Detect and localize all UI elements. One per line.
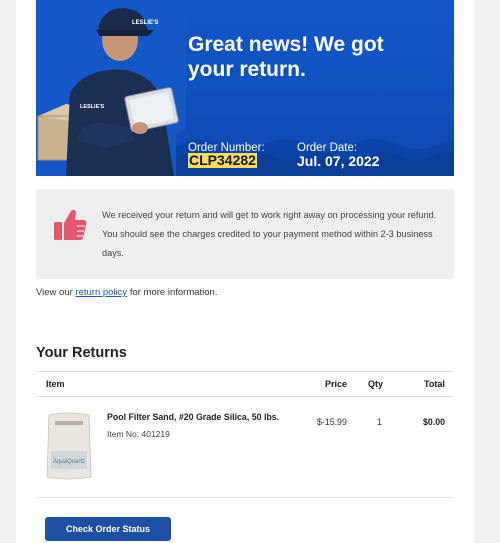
cap-logo-text: LESLIE'S [132, 20, 158, 26]
product-total: $0.00 [423, 417, 446, 427]
order-number-value: CLP34282 [188, 152, 257, 168]
headline-line-1: Great news! We got [188, 33, 384, 56]
order-date-value: Jul. 07, 2022 [297, 153, 380, 169]
policy-prefix: View our [36, 287, 76, 298]
thumbs-up-icon [54, 209, 87, 240]
column-header-price: Price [325, 379, 348, 389]
hero-headline: Great news! We got your return. [188, 32, 438, 82]
hero-banner: LESLIE'S LESLIE'S Great news! We got you… [36, 0, 454, 176]
email-body: LESLIE'S LESLIE'S Great news! We got you… [16, 0, 474, 543]
delivery-person-illustration: LESLIE'S LESLIE'S [36, 0, 186, 176]
shirt-logo-text: LESLIE'S [80, 104, 105, 110]
policy-line: View our return policy for more informat… [36, 287, 217, 298]
return-notice-text: We received your return and will get to … [102, 210, 437, 258]
check-order-status-button[interactable]: Check Order Status [45, 517, 171, 541]
product-package-label: AquaQuartz [53, 459, 85, 465]
column-header-total: Total [424, 379, 445, 389]
column-header-qty: Qty [368, 379, 384, 389]
return-notice-box: We received your return and will get to … [36, 189, 454, 279]
return-policy-link[interactable]: return policy [75, 287, 127, 298]
headline-line-2: your return. [188, 58, 306, 81]
policy-suffix: for more information. [127, 287, 218, 298]
product-item-number: Item No: 401219 [107, 429, 170, 439]
product-qty: 1 [377, 417, 382, 427]
product-price: $-15.99 [317, 417, 347, 427]
product-name: Pool Filter Sand, #20 Grade Silica, 50 l… [107, 412, 280, 422]
column-header-item: Item [46, 379, 65, 389]
returns-table-header: Item Price Qty Total [36, 371, 454, 397]
table-row: AquaQuartz Pool Filter Sand, #20 Grade S… [36, 397, 454, 498]
product-image: AquaQuartz [46, 412, 92, 480]
returns-section-title: Your Returns [36, 345, 127, 361]
